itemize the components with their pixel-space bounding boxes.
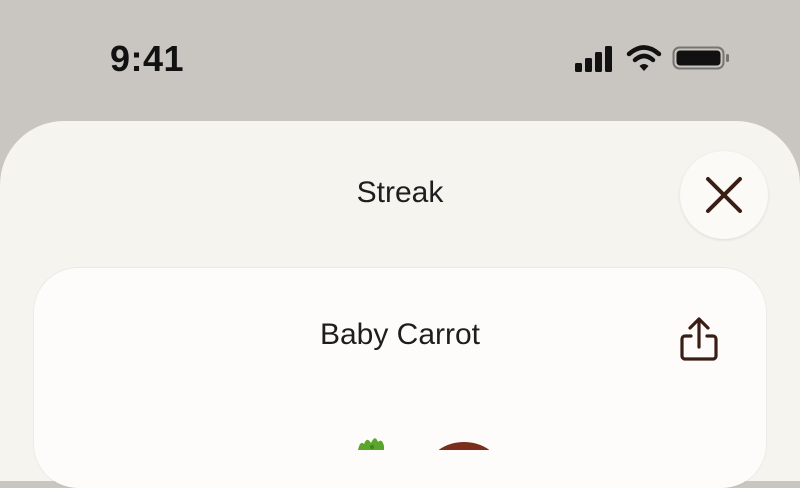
close-icon (706, 177, 742, 213)
baby-carrot-icon (358, 438, 490, 450)
signal-icon (575, 46, 612, 72)
close-button[interactable] (680, 151, 768, 239)
share-button[interactable] (674, 314, 724, 364)
status-icons (574, 44, 730, 72)
status-time: 9:41 (110, 38, 185, 79)
wifi-icon (626, 45, 662, 71)
status-bar: 9:41 (0, 0, 800, 120)
share-icon (680, 317, 718, 361)
battery-icon (672, 46, 729, 70)
streak-card (34, 268, 766, 488)
